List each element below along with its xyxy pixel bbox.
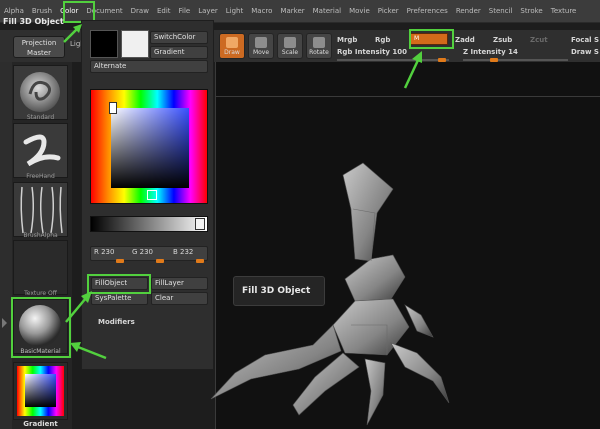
rgb-intensity-label[interactable]: Rgb Intensity 100 bbox=[337, 48, 407, 56]
document-title: Fill 3D Object bbox=[3, 17, 64, 26]
modifiers-label[interactable]: Modifiers bbox=[98, 318, 135, 326]
scale-tool-label: Scale bbox=[281, 49, 299, 56]
brush-alpha-thumbnail[interactable] bbox=[13, 182, 68, 237]
shelf-expand-icon[interactable] bbox=[2, 318, 7, 328]
r-slider-knob[interactable] bbox=[116, 259, 124, 263]
m-button-highlight bbox=[409, 29, 454, 49]
projection-label: Projection bbox=[21, 39, 57, 47]
projection-master-button[interactable]: Projection Master bbox=[13, 36, 65, 58]
left-shelf-edge bbox=[0, 62, 12, 429]
draw-size-label[interactable]: Draw S bbox=[571, 48, 599, 56]
mini-hue-ring bbox=[17, 366, 64, 416]
menu-stencil[interactable]: Stencil bbox=[485, 0, 517, 22]
menu-stroke[interactable]: Stroke bbox=[516, 0, 546, 22]
move-tool-label: Move bbox=[252, 49, 270, 56]
draw-icon bbox=[226, 37, 238, 48]
hue-picker-handle[interactable] bbox=[147, 190, 157, 200]
brush-alpha-label: BrushAlpha bbox=[23, 232, 58, 239]
rotate-tool-label: Rotate bbox=[309, 49, 329, 56]
standard-brush-thumbnail[interactable] bbox=[13, 65, 68, 120]
focal-shift-label[interactable]: Focal S bbox=[571, 36, 599, 44]
standard-brush-label: Standard bbox=[26, 114, 55, 121]
rotate-tool-button[interactable]: Rotate bbox=[306, 33, 332, 59]
fill-layer-button[interactable]: FillLayer bbox=[151, 277, 208, 290]
menu-file[interactable]: File bbox=[175, 0, 195, 22]
arrow-to-m-button-icon bbox=[403, 51, 422, 89]
draw-tool-button[interactable]: Draw bbox=[219, 33, 245, 59]
menu-picker[interactable]: Picker bbox=[374, 0, 403, 22]
master-label: Master bbox=[27, 49, 51, 57]
menu-layer[interactable]: Layer bbox=[194, 0, 222, 22]
z-intensity-label[interactable]: Z Intensity 14 bbox=[463, 48, 518, 56]
menu-draw[interactable]: Draw bbox=[127, 0, 153, 22]
clear-button[interactable]: Clear bbox=[151, 292, 208, 305]
rgb-button[interactable]: Rgb bbox=[375, 36, 390, 44]
menu-movie[interactable]: Movie bbox=[345, 0, 374, 22]
fill-object-highlight bbox=[87, 274, 151, 294]
move-tool-button[interactable]: Move bbox=[248, 33, 274, 59]
zcut-button[interactable]: Zcut bbox=[530, 36, 548, 44]
color-picker[interactable] bbox=[90, 89, 208, 204]
scale-icon bbox=[284, 37, 296, 48]
zsub-button[interactable]: Zsub bbox=[493, 36, 512, 44]
b-slider-knob[interactable] bbox=[196, 259, 204, 263]
menu-marker[interactable]: Marker bbox=[276, 0, 308, 22]
menu-light[interactable]: Light bbox=[222, 0, 247, 22]
mini-sat-square bbox=[25, 374, 56, 407]
color-picker-thumbnail[interactable] bbox=[13, 362, 68, 420]
arrow-to-material-icon bbox=[70, 342, 107, 360]
draw-tool-label: Draw bbox=[224, 49, 240, 56]
z-intensity-slider[interactable] bbox=[463, 59, 568, 61]
zadd-button[interactable]: Zadd bbox=[455, 36, 475, 44]
fill-3d-object-tooltip: Fill 3D Object bbox=[233, 276, 325, 306]
scale-tool-button[interactable]: Scale bbox=[277, 33, 303, 59]
saturation-square[interactable] bbox=[109, 102, 189, 188]
freehand-stroke-label: FreeHand bbox=[26, 173, 55, 180]
canvas-guide-top bbox=[215, 96, 600, 97]
rotate-icon bbox=[313, 37, 325, 48]
texture-off-label: Texture Off bbox=[24, 290, 57, 297]
value-slider-handle[interactable] bbox=[195, 218, 205, 230]
b-value[interactable]: B 232 bbox=[173, 248, 193, 256]
g-slider-knob[interactable] bbox=[156, 259, 164, 263]
mrgb-button[interactable]: Mrgb bbox=[337, 36, 357, 44]
freehand-stroke-thumbnail[interactable] bbox=[13, 123, 68, 178]
switch-color-button[interactable]: SwitchColor bbox=[150, 31, 208, 44]
arrow-to-fill-object-icon bbox=[65, 291, 92, 323]
menu-texture[interactable]: Texture bbox=[547, 0, 581, 22]
secondary-color-swatch[interactable] bbox=[121, 30, 149, 58]
alternate-button[interactable]: Alternate bbox=[90, 60, 208, 73]
menu-render[interactable]: Render bbox=[452, 0, 485, 22]
r-value[interactable]: R 230 bbox=[94, 248, 114, 256]
saturation-picker-handle[interactable] bbox=[109, 102, 117, 114]
g-value[interactable]: G 230 bbox=[132, 248, 153, 256]
main-color-swatch[interactable] bbox=[90, 30, 118, 58]
menu-macro[interactable]: Macro bbox=[247, 0, 276, 22]
rgb-intensity-slider[interactable] bbox=[337, 59, 449, 61]
gradient-label: Gradient bbox=[23, 420, 58, 428]
value-gradient-bar[interactable] bbox=[90, 216, 208, 232]
texture-thumbnail[interactable] bbox=[13, 240, 68, 295]
menu-edit[interactable]: Edit bbox=[153, 0, 175, 22]
arrow-to-color-menu-icon bbox=[63, 24, 82, 43]
menu-material[interactable]: Material bbox=[309, 0, 345, 22]
gradient-button[interactable]: Gradient bbox=[150, 46, 208, 59]
move-icon bbox=[255, 37, 267, 48]
menu-preferences[interactable]: Preferences bbox=[403, 0, 452, 22]
